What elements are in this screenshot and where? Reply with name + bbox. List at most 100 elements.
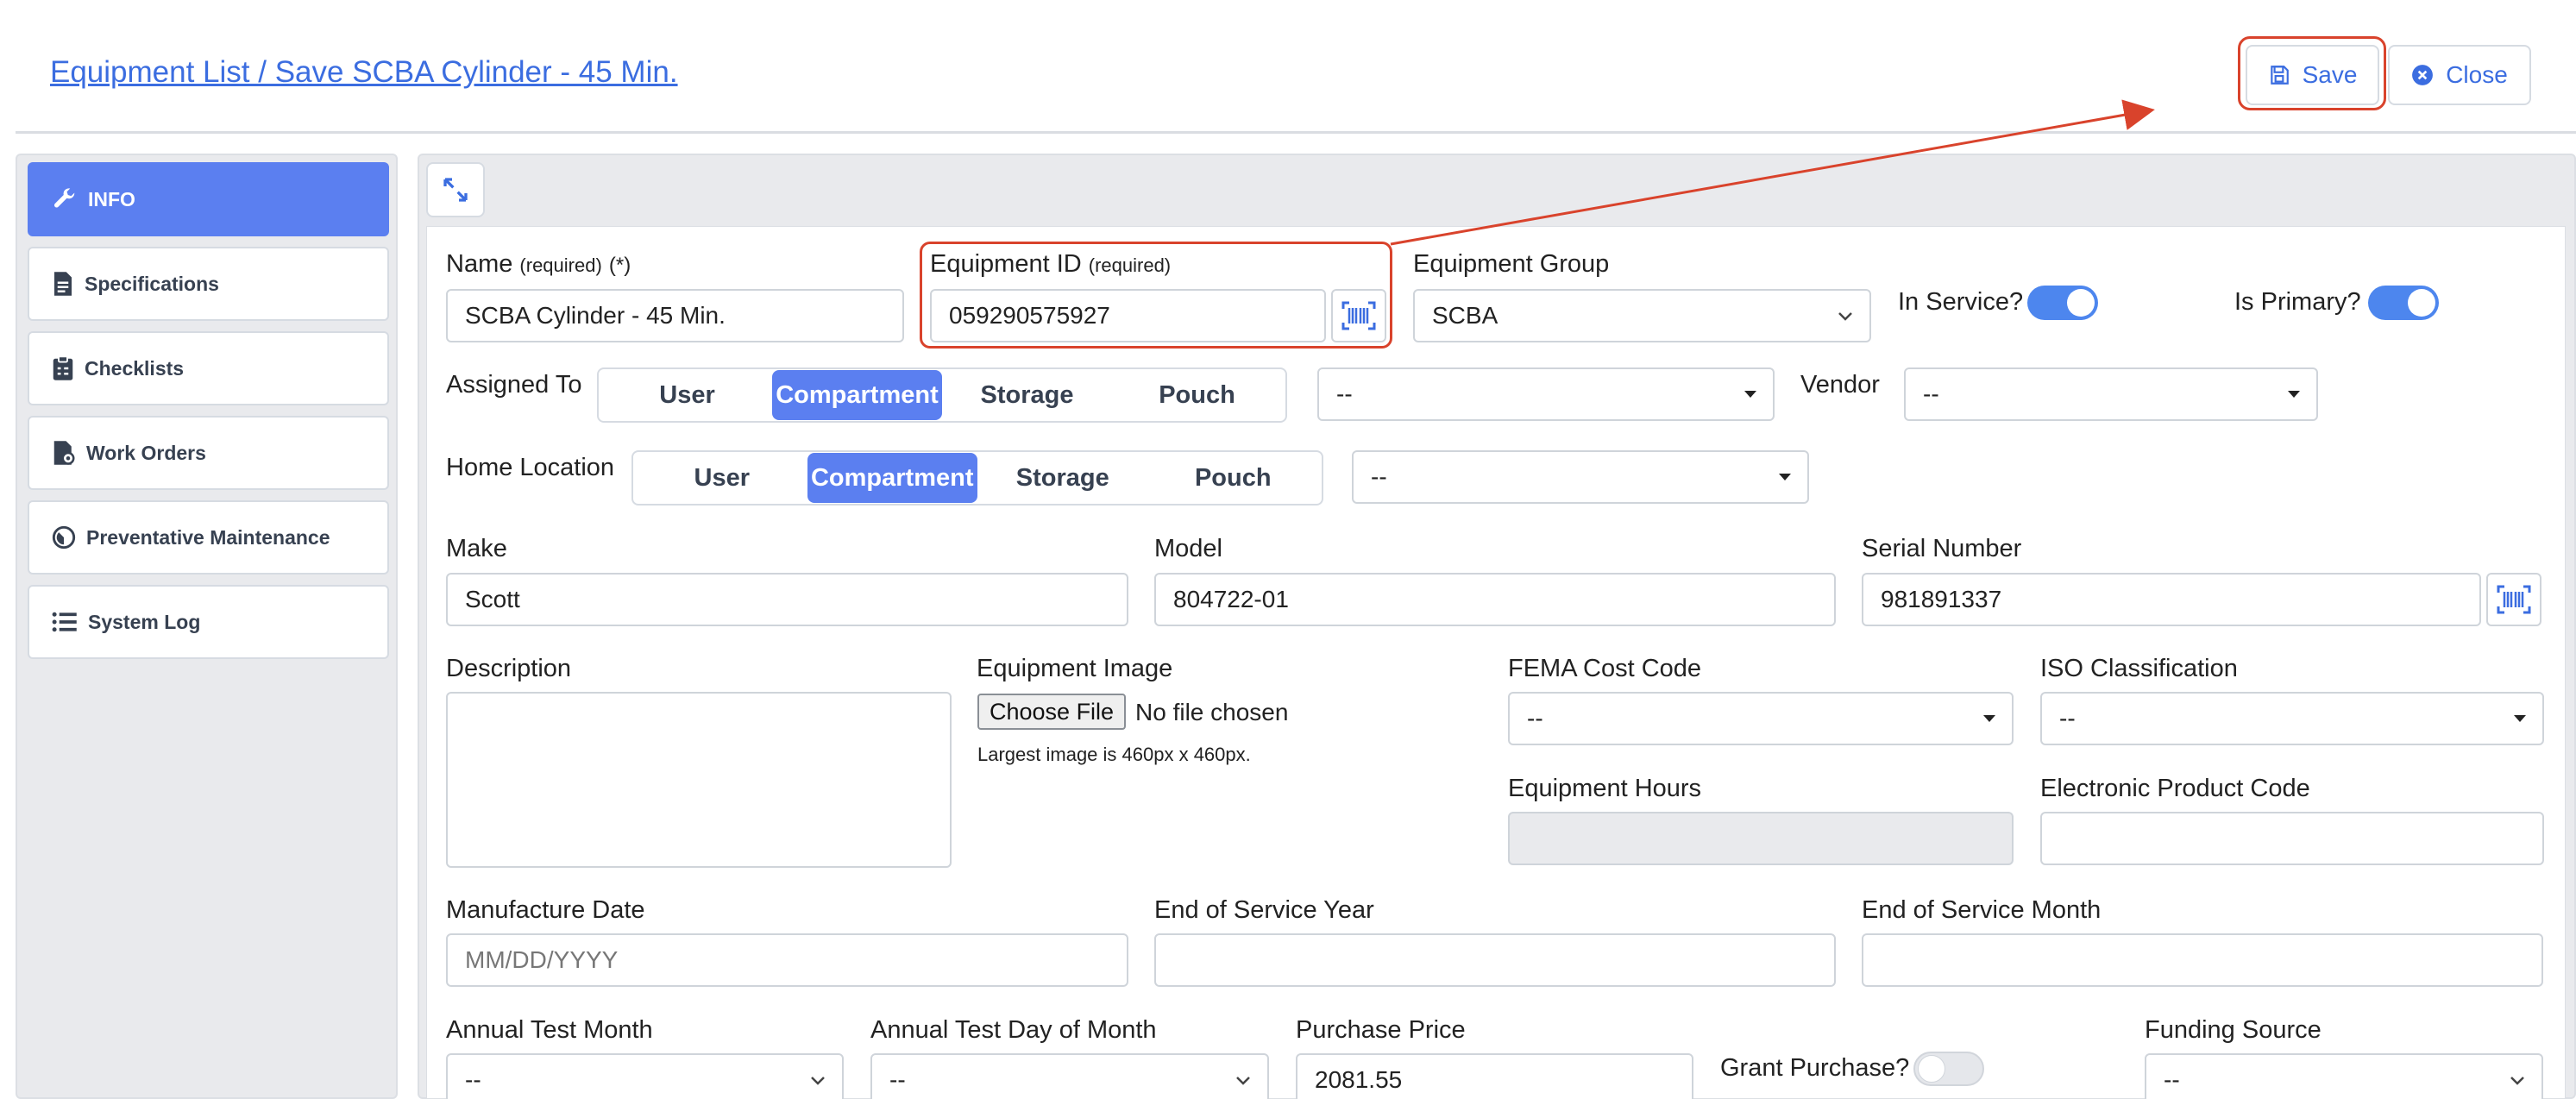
purchase-price-input[interactable]: 2081.55	[1296, 1053, 1693, 1099]
funding-source-select[interactable]: --	[2145, 1053, 2543, 1099]
grant-purchase-label: Grant Purchase?	[1720, 1054, 1910, 1082]
document-gear-icon	[53, 441, 75, 465]
caret-down-icon	[1779, 474, 1791, 480]
funding-source-label: Funding Source	[2145, 1016, 2322, 1044]
name-label: Name (required) (*)	[446, 250, 631, 278]
sidebar-item-label: Work Orders	[86, 441, 206, 464]
end-of-service-year-input[interactable]	[1154, 933, 1836, 987]
end-of-service-month-label: End of Service Month	[1862, 896, 2102, 924]
home-location-option-compartment[interactable]: Compartment	[807, 453, 977, 503]
serial-number-label: Serial Number	[1862, 535, 2022, 562]
assigned-to-select[interactable]: --	[1317, 367, 1775, 421]
vendor-label: Vendor	[1800, 371, 1880, 399]
chevron-down-icon	[1236, 1077, 1250, 1085]
assigned-to-option-compartment[interactable]: Compartment	[772, 370, 942, 420]
make-label: Make	[446, 535, 507, 562]
home-location-segmented-control: User Compartment Storage Pouch	[631, 450, 1323, 506]
equipment-group-label: Equipment Group	[1413, 250, 1610, 278]
in-service-toggle[interactable]	[2027, 286, 2098, 320]
sidebar-item-system-log[interactable]: System Log	[28, 585, 389, 659]
manufacture-date-label: Manufacture Date	[446, 896, 645, 924]
model-input[interactable]: 804722-01	[1154, 573, 1836, 626]
breadcrumb[interactable]: Equipment List / Save SCBA Cylinder - 45…	[50, 55, 678, 90]
make-input[interactable]: Scott	[446, 573, 1128, 626]
caret-down-icon	[2288, 391, 2300, 398]
sidebar-item-label: System Log	[88, 610, 201, 633]
header-divider	[16, 131, 2576, 134]
fema-cost-code-select[interactable]: --	[1508, 692, 2014, 745]
electronic-product-code-label: Electronic Product Code	[2040, 775, 2310, 802]
sidebar-item-label: Specifications	[85, 272, 219, 295]
caret-down-icon	[1744, 391, 1756, 398]
vendor-select[interactable]: --	[1904, 367, 2318, 421]
assigned-to-option-pouch[interactable]: Pouch	[1112, 370, 1282, 420]
barcode-scan-icon	[2497, 585, 2531, 614]
caret-down-icon	[1983, 715, 1995, 722]
description-label: Description	[446, 655, 572, 682]
sidebar-item-info[interactable]: INFO	[28, 162, 389, 236]
sidebar-item-preventative-maintenance[interactable]: Preventative Maintenance	[28, 500, 389, 575]
choose-file-button[interactable]: Choose File	[977, 694, 1127, 730]
sidebar-item-label: Preventative Maintenance	[86, 525, 330, 549]
assigned-to-segmented-control: User Compartment Storage Pouch	[597, 367, 1287, 423]
iso-classification-label: ISO Classification	[2040, 655, 2238, 682]
annual-test-month-select[interactable]: --	[446, 1053, 844, 1099]
equipment-group-select[interactable]: SCBA	[1413, 289, 1871, 342]
end-of-service-year-label: End of Service Year	[1154, 896, 1374, 924]
name-input[interactable]: SCBA Cylinder - 45 Min.	[446, 289, 904, 342]
clipboard-icon	[53, 355, 73, 380]
assigned-to-option-storage[interactable]: Storage	[942, 370, 1112, 420]
close-circle-icon	[2412, 65, 2434, 85]
home-location-option-user[interactable]: User	[637, 453, 807, 503]
assigned-to-option-user[interactable]: User	[602, 370, 772, 420]
annual-test-day-label: Annual Test Day of Month	[870, 1016, 1157, 1044]
list-icon	[52, 612, 77, 632]
close-label: Close	[2446, 61, 2508, 88]
fema-cost-code-label: FEMA Cost Code	[1508, 655, 1702, 682]
no-file-chosen-text: No file chosen	[1135, 699, 1289, 725]
chevron-down-icon	[811, 1077, 825, 1085]
home-location-label: Home Location	[446, 454, 615, 481]
home-location-select[interactable]: --	[1352, 450, 1809, 504]
gauge-icon	[52, 525, 76, 550]
annual-test-month-label: Annual Test Month	[446, 1016, 653, 1044]
serial-number-input[interactable]: 981891337	[1862, 573, 2481, 626]
home-location-option-storage[interactable]: Storage	[977, 453, 1148, 503]
equipment-hours-input	[1508, 812, 2014, 865]
wrench-icon	[53, 188, 75, 208]
sidebar-item-checklists[interactable]: Checklists	[28, 331, 389, 405]
sidebar: INFO Specifications Checklists Work Orde…	[16, 154, 398, 1099]
sidebar-item-label: INFO	[88, 187, 135, 210]
serial-number-scan-button[interactable]	[2486, 573, 2541, 626]
manufacture-date-input[interactable]: MM/DD/YYYY	[446, 933, 1128, 987]
image-size-hint: Largest image is 460px x 460px.	[977, 744, 1251, 765]
iso-classification-select[interactable]: --	[2040, 692, 2544, 745]
sidebar-item-label: Checklists	[85, 356, 185, 380]
chevron-down-icon	[1838, 312, 1852, 321]
annual-test-day-select[interactable]: --	[870, 1053, 1269, 1099]
chevron-down-icon	[2510, 1077, 2524, 1085]
description-textarea[interactable]	[446, 692, 952, 868]
model-label: Model	[1154, 535, 1222, 562]
sidebar-item-specifications[interactable]: Specifications	[28, 247, 389, 321]
expand-button[interactable]	[426, 162, 485, 217]
purchase-price-label: Purchase Price	[1296, 1016, 1466, 1044]
expand-arrows-icon	[443, 178, 468, 202]
sidebar-item-work-orders[interactable]: Work Orders	[28, 416, 389, 490]
assigned-to-label: Assigned To	[446, 371, 582, 399]
document-icon	[54, 272, 72, 296]
close-button[interactable]: Close	[2388, 45, 2531, 105]
save-highlight-annotation	[2238, 36, 2386, 110]
equipment-hours-label: Equipment Hours	[1508, 775, 1702, 802]
equipment-id-highlight-annotation	[920, 242, 1392, 349]
home-location-option-pouch[interactable]: Pouch	[1148, 453, 1319, 503]
equipment-image-label: Equipment Image	[977, 655, 1173, 682]
electronic-product-code-input[interactable]	[2040, 812, 2544, 865]
is-primary-label: Is Primary?	[2234, 288, 2361, 316]
page-header: Equipment List / Save SCBA Cylinder - 45…	[0, 0, 2576, 134]
caret-down-icon	[2514, 715, 2526, 722]
in-service-label: In Service?	[1898, 288, 2024, 316]
grant-purchase-toggle[interactable]	[1913, 1052, 1984, 1086]
is-primary-toggle[interactable]	[2368, 286, 2439, 320]
end-of-service-month-input[interactable]	[1862, 933, 2543, 987]
